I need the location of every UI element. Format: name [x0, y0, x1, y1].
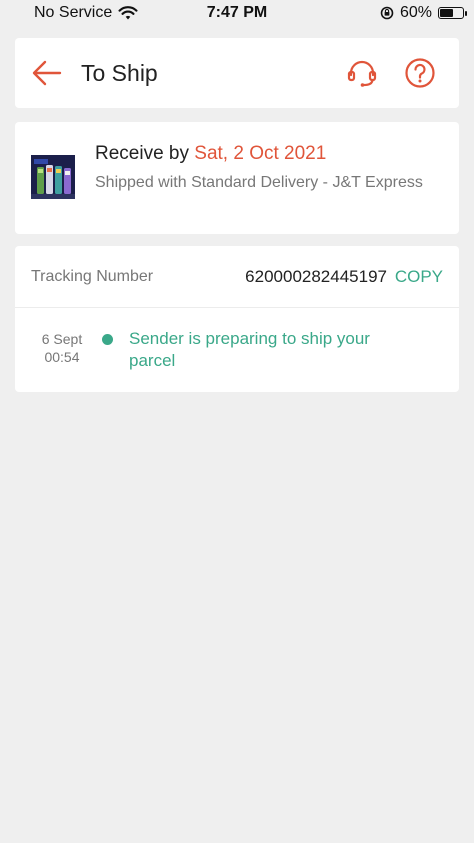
delivery-card[interactable]: Receive by Sat, 2 Oct 2021 Shipped with … — [15, 122, 459, 234]
tracking-number: 620000282445197 — [245, 267, 387, 286]
event-timestamp: 6 Sept 00:54 — [31, 330, 93, 366]
battery-icon — [438, 7, 467, 19]
battery-level — [440, 9, 453, 17]
status-dot-icon — [102, 334, 113, 345]
status-bar: No Service 7:47 PM 60% — [0, 0, 474, 28]
header-bar: To Ship — [15, 38, 459, 108]
tracking-label: Tracking Number — [31, 268, 154, 285]
headset-icon — [347, 60, 377, 87]
back-arrow-icon — [32, 60, 62, 86]
copy-button[interactable]: COPY — [395, 267, 443, 287]
back-button[interactable] — [31, 58, 63, 88]
status-right: 60% — [380, 4, 467, 22]
customer-support-button[interactable] — [346, 58, 378, 90]
event-date: 6 Sept — [41, 331, 83, 347]
receive-label: Receive by — [95, 143, 189, 164]
tracking-number-row: Tracking Number 620000282445197 COPY — [15, 246, 459, 308]
event-description: Sender is preparing to ship your parcel — [129, 329, 370, 370]
help-icon — [405, 58, 435, 88]
event-time: 00:54 — [44, 349, 80, 365]
tracking-card: Tracking Number 620000282445197 COPY 6 S… — [15, 246, 459, 392]
shipping-info: Shipped with Standard Delivery - J&T Exp… — [95, 174, 423, 191]
help-button[interactable] — [404, 57, 436, 89]
orientation-lock-icon — [380, 6, 394, 20]
receive-date: Sat, 2 Oct 2021 — [194, 143, 327, 164]
product-thumbnail — [31, 155, 75, 199]
page-title: To Ship — [81, 60, 158, 86]
battery-percent: 60% — [399, 4, 432, 21]
estimated-delivery: Receive by Sat, 2 Oct 2021 — [95, 143, 326, 165]
